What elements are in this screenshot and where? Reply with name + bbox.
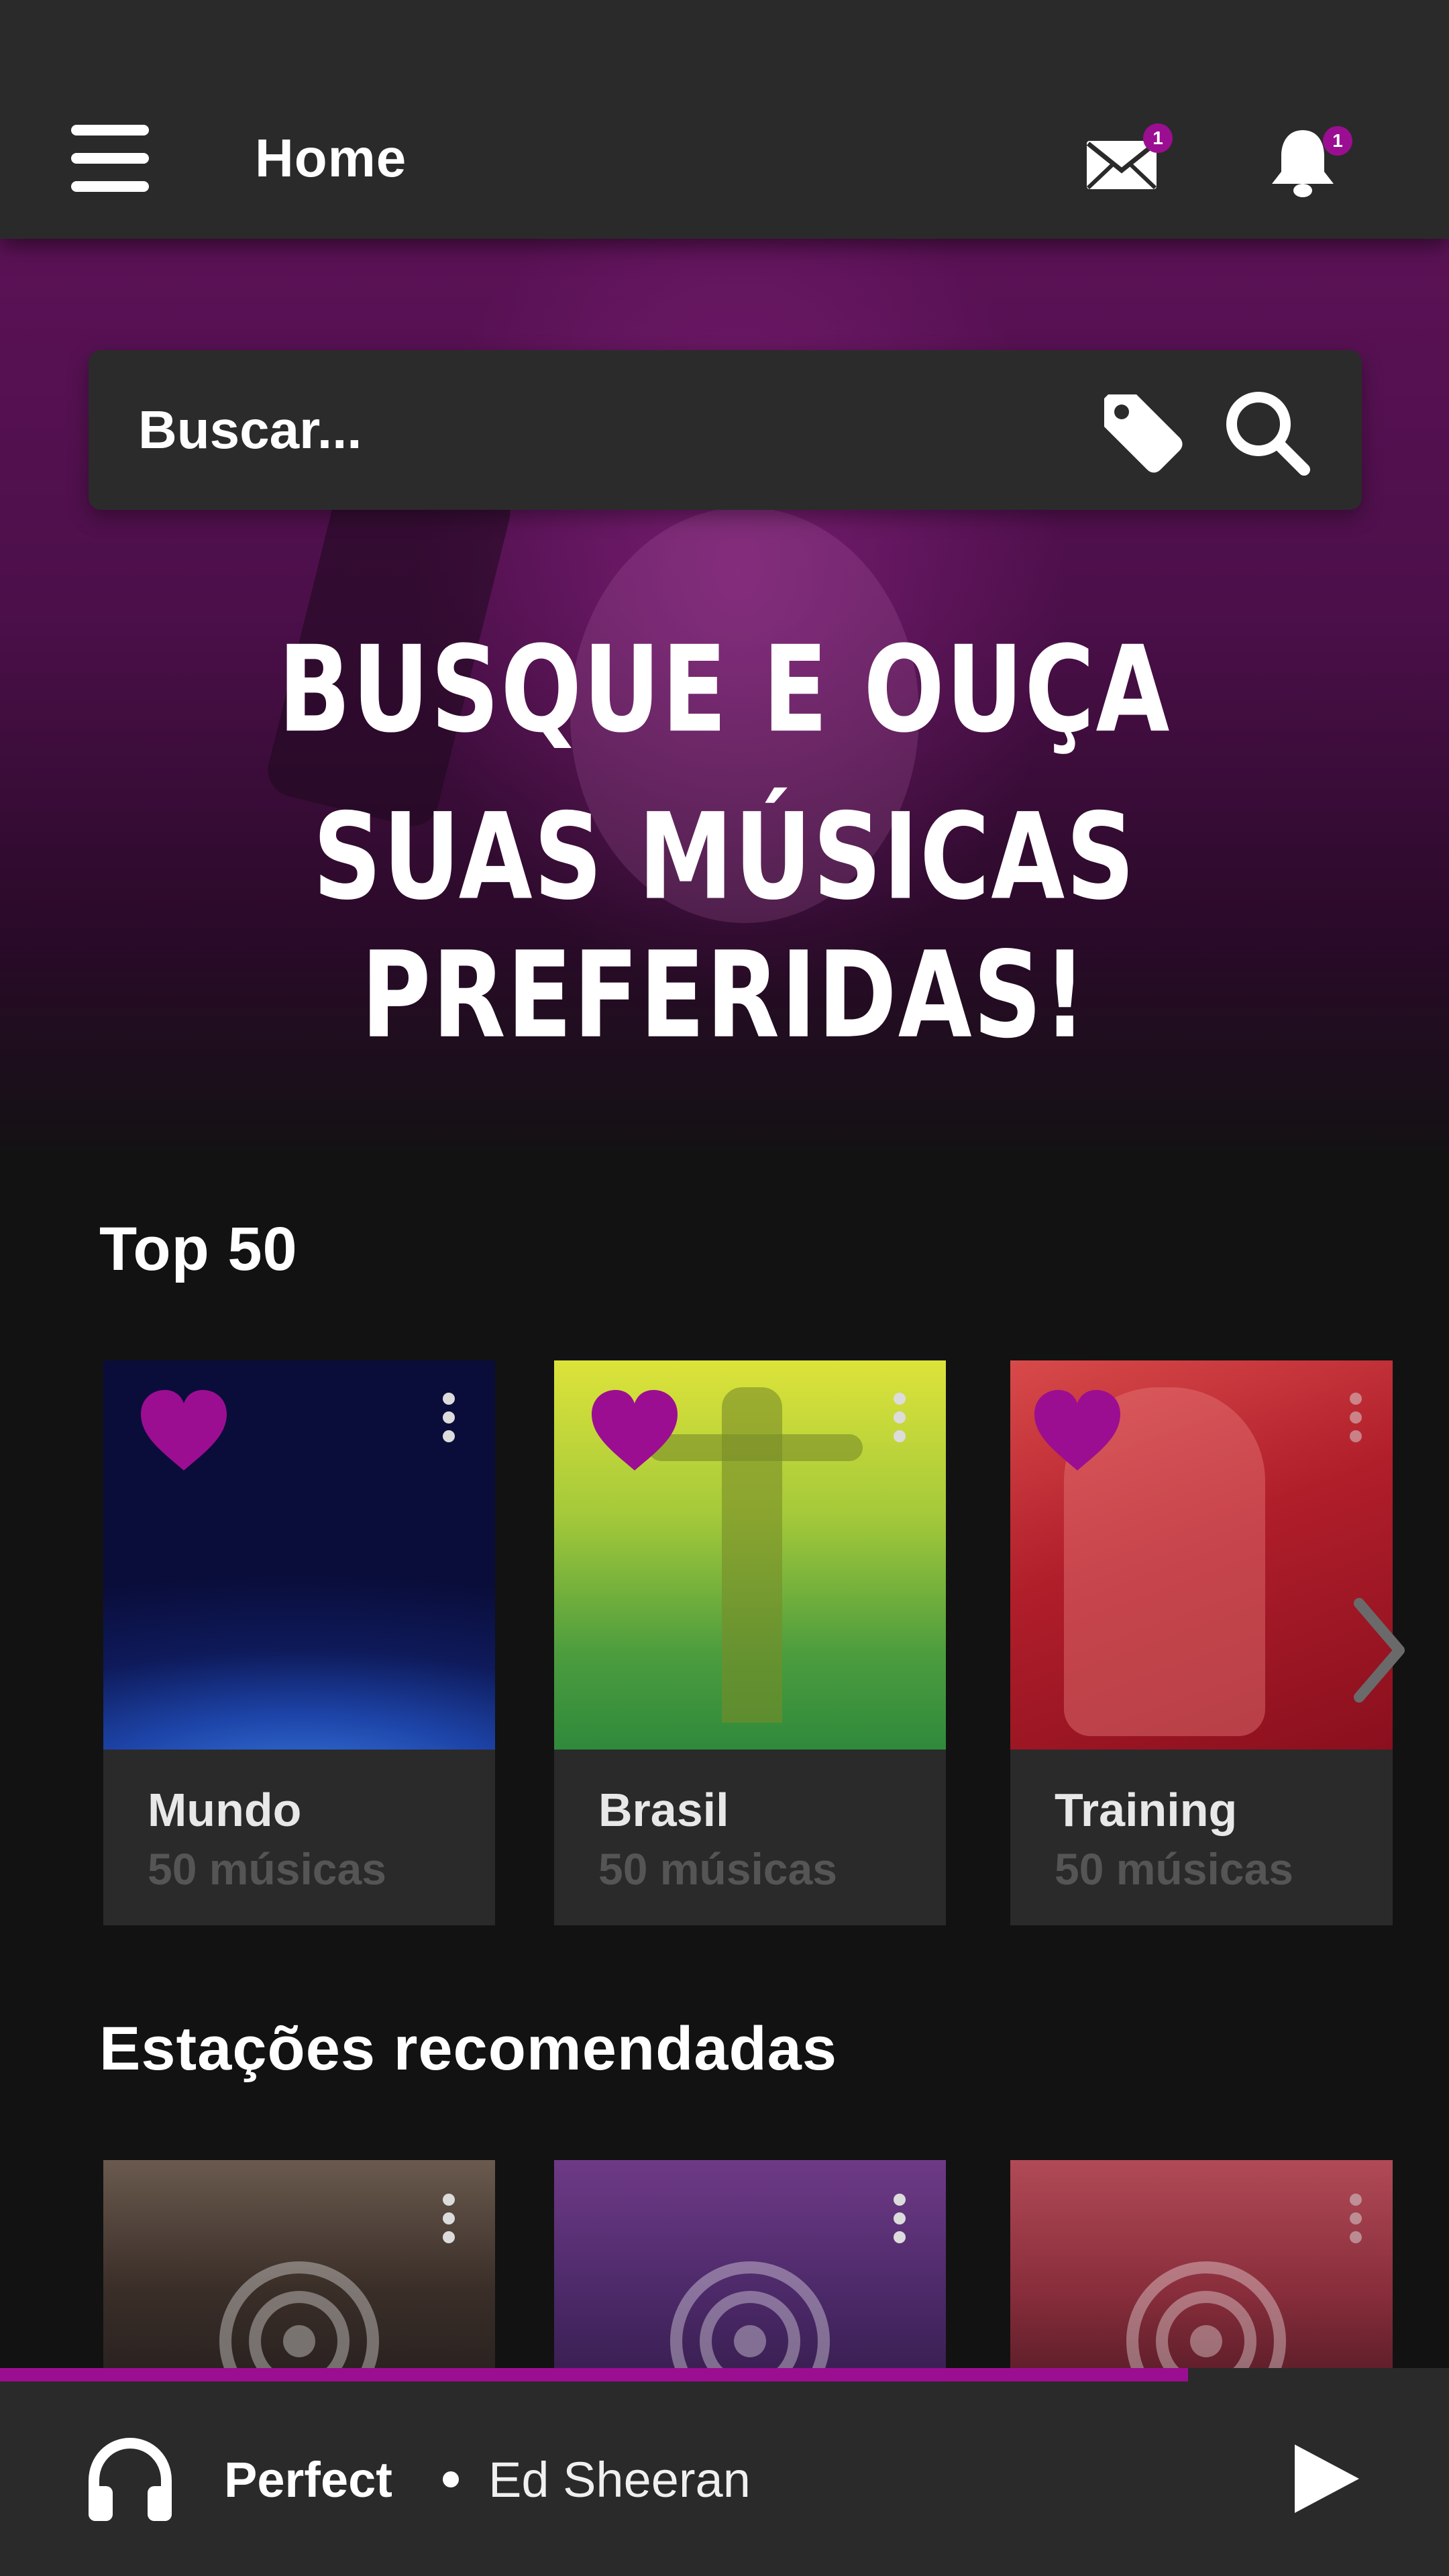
play-icon[interactable] bbox=[1281, 2435, 1368, 2522]
station-card[interactable] bbox=[103, 2160, 495, 2375]
hero-headline-line2: SUAS MÚSICAS PREFERIDAS! bbox=[313, 788, 1136, 1065]
heart-icon[interactable] bbox=[588, 1387, 682, 1474]
card-subtitle: 50 músicas bbox=[598, 1844, 837, 1894]
station-card[interactable] bbox=[554, 2160, 946, 2375]
more-options-icon[interactable] bbox=[1346, 2194, 1366, 2254]
more-options-icon[interactable] bbox=[890, 2194, 910, 2254]
search-icon bbox=[1226, 392, 1310, 476]
card-title: Mundo bbox=[148, 1784, 302, 1836]
card-subtitle: 50 músicas bbox=[148, 1844, 386, 1894]
playback-progress-fill bbox=[0, 2368, 1189, 2381]
heart-icon[interactable] bbox=[137, 1387, 231, 1474]
mail-button[interactable]: 1 bbox=[1081, 121, 1173, 208]
playlist-card-mundo[interactable]: Mundo 50 músicas bbox=[103, 1360, 495, 1925]
top-app-bar: Home 1 1 bbox=[0, 0, 1449, 239]
more-options-icon[interactable] bbox=[439, 2194, 459, 2254]
more-options-icon[interactable] bbox=[890, 1393, 910, 1453]
notifications-button[interactable]: 1 bbox=[1263, 121, 1352, 208]
heart-icon[interactable] bbox=[1030, 1387, 1124, 1474]
headphones-icon bbox=[89, 2437, 172, 2521]
radio-icon bbox=[1126, 2261, 1286, 2375]
chevron-right-icon[interactable] bbox=[1348, 1597, 1409, 1704]
menu-icon[interactable] bbox=[71, 125, 149, 192]
now-playing-artist: Ed Sheeran bbox=[488, 2452, 751, 2508]
separator-dot bbox=[443, 2471, 459, 2487]
card-title: Brasil bbox=[598, 1784, 729, 1836]
playlist-card-training[interactable]: Training 50 músicas bbox=[1010, 1360, 1393, 1925]
now-playing-title: Perfect bbox=[224, 2452, 392, 2508]
notifications-badge: 1 bbox=[1323, 126, 1352, 156]
playlist-card-brasil[interactable]: Brasil 50 músicas bbox=[554, 1360, 946, 1925]
card-subtitle: 50 músicas bbox=[1055, 1844, 1293, 1894]
hero-headline-line1: BUSQUE E OUÇA bbox=[278, 621, 1171, 759]
messages-badge: 1 bbox=[1143, 123, 1173, 153]
page-title: Home bbox=[255, 128, 407, 188]
more-options-icon[interactable] bbox=[1346, 1393, 1366, 1453]
search-bar bbox=[89, 350, 1362, 510]
card-title: Training bbox=[1055, 1784, 1238, 1836]
search-input[interactable] bbox=[137, 386, 1076, 474]
now-playing-bar[interactable]: Perfect Ed Sheeran bbox=[0, 2381, 1449, 2576]
tag-button[interactable] bbox=[1095, 385, 1189, 479]
tag-icon bbox=[1104, 394, 1183, 473]
playback-progress-bar[interactable] bbox=[0, 2368, 1449, 2381]
section-title-stations: Estações recomendadas bbox=[99, 2015, 837, 2083]
section-title-top50: Top 50 bbox=[99, 1215, 298, 1283]
search-button[interactable] bbox=[1220, 385, 1313, 479]
radio-icon bbox=[219, 2261, 379, 2375]
station-card[interactable] bbox=[1010, 2160, 1393, 2375]
radio-icon bbox=[670, 2261, 830, 2375]
more-options-icon[interactable] bbox=[439, 1393, 459, 1453]
